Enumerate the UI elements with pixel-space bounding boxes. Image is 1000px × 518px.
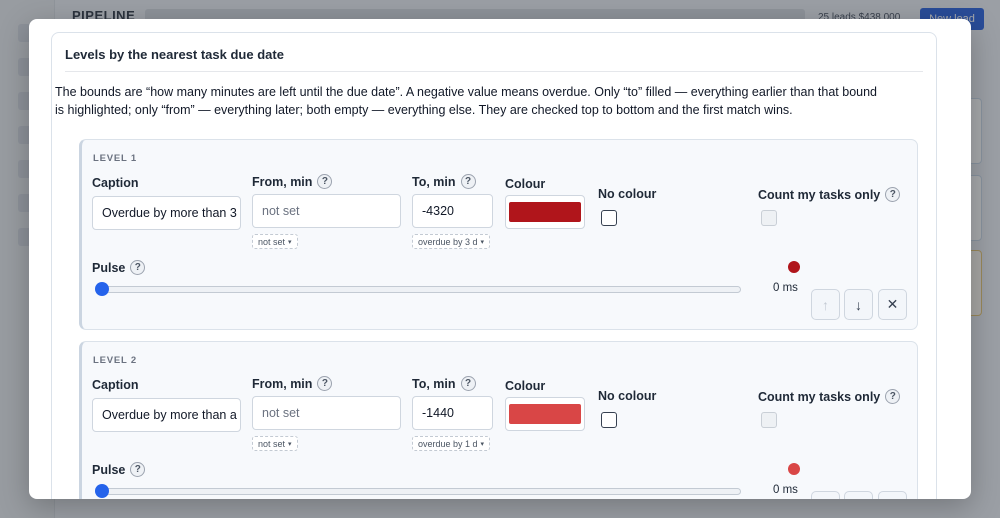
help-icon[interactable]: ?	[130, 462, 146, 477]
pulse-label: Pulse?	[92, 260, 146, 275]
to-label: To, min?	[412, 376, 476, 391]
chevron-down-icon: ▾	[480, 238, 485, 246]
divider	[65, 71, 923, 72]
colour-swatch	[509, 404, 581, 424]
remove-level-button[interactable]: ✕	[878, 491, 907, 499]
chevron-down-icon: ▾	[288, 238, 292, 246]
caption-label-text: Caption	[92, 176, 139, 190]
move-down-button[interactable]: ↓	[844, 289, 873, 320]
count-my-tasks-label-text: Count my tasks only	[758, 187, 881, 202]
from-input[interactable]: not set	[252, 194, 401, 228]
level-card-1: LEVEL 1 Caption From, min? To, min? Colo…	[79, 139, 918, 330]
move-up-button[interactable]: ↑	[811, 491, 840, 499]
pulse-label-text: Pulse	[92, 462, 126, 477]
caption-input[interactable]: Overdue by more than 3	[92, 196, 241, 230]
count-my-tasks-checkbox[interactable]	[761, 210, 777, 226]
no-colour-label: No colour	[598, 389, 656, 403]
help-icon[interactable]: ?	[885, 187, 901, 202]
count-my-tasks-label: Count my tasks only?	[758, 389, 901, 404]
chevron-down-icon: ▾	[288, 440, 292, 448]
remove-level-button[interactable]: ✕	[878, 289, 907, 320]
help-icon[interactable]: ?	[460, 376, 476, 391]
move-up-button[interactable]: ↑	[811, 289, 840, 320]
to-preset-dropdown[interactable]: overdue by 3 d ▾	[412, 234, 491, 249]
count-my-tasks-checkbox[interactable]	[761, 412, 777, 428]
pulse-label-text: Pulse	[92, 260, 126, 275]
level-label: LEVEL 1	[93, 153, 137, 164]
caption-label-text: Caption	[92, 378, 139, 392]
from-label: From, min?	[252, 174, 333, 189]
help-icon[interactable]: ?	[317, 376, 333, 391]
count-my-tasks-label-text: Count my tasks only	[758, 389, 881, 404]
to-label: To, min?	[412, 174, 476, 189]
from-preset-text: not set	[258, 438, 286, 449]
pulse-label: Pulse?	[92, 462, 146, 477]
pulse-preview-dot	[788, 261, 800, 273]
help-icon[interactable]: ?	[885, 389, 901, 404]
to-label-text: To, min	[412, 376, 456, 391]
from-preset-dropdown[interactable]: not set ▾	[252, 436, 298, 451]
levels-modal: Levels by the nearest task due date The …	[29, 19, 971, 499]
pulse-preview-dot	[788, 463, 800, 475]
no-colour-checkbox[interactable]	[601, 210, 617, 226]
from-label-text: From, min	[252, 376, 313, 391]
no-colour-checkbox[interactable]	[601, 412, 617, 428]
from-label: From, min?	[252, 376, 333, 391]
no-colour-label-text: No colour	[598, 389, 657, 403]
from-preset-dropdown[interactable]: not set ▾	[252, 234, 298, 249]
to-label-text: To, min	[412, 174, 456, 189]
help-icon[interactable]: ?	[130, 260, 146, 275]
colour-label-text: Colour	[505, 177, 546, 191]
from-label-text: From, min	[252, 174, 313, 189]
pulse-slider[interactable]	[96, 488, 741, 495]
caption-input[interactable]: Overdue by more than a	[92, 398, 241, 432]
move-down-button[interactable]: ↓	[844, 491, 873, 499]
from-input[interactable]: not set	[252, 396, 401, 430]
colour-picker[interactable]	[505, 397, 585, 431]
colour-swatch	[509, 202, 581, 222]
pulse-slider-thumb[interactable]	[95, 282, 109, 296]
to-preset-text: overdue by 1 d	[418, 438, 478, 449]
pulse-ms-value: 0 ms	[773, 484, 798, 496]
level-label: LEVEL 2	[93, 355, 137, 366]
to-input[interactable]: -1440	[412, 396, 493, 430]
caption-label: Caption	[92, 176, 139, 190]
count-my-tasks-label: Count my tasks only?	[758, 187, 901, 202]
section-title: Levels by the nearest task due date	[65, 47, 284, 62]
colour-picker[interactable]	[505, 195, 585, 229]
to-preset-text: overdue by 3 d	[418, 236, 478, 247]
help-icon[interactable]: ?	[317, 174, 333, 189]
to-preset-dropdown[interactable]: overdue by 1 d ▾	[412, 436, 491, 451]
colour-label-text: Colour	[505, 379, 546, 393]
colour-label: Colour	[505, 379, 545, 393]
pulse-slider[interactable]	[96, 286, 741, 293]
caption-label: Caption	[92, 378, 139, 392]
no-colour-label: No colour	[598, 187, 656, 201]
colour-label: Colour	[505, 177, 545, 191]
help-icon[interactable]: ?	[460, 174, 476, 189]
level-card-2: LEVEL 2 Caption From, min? To, min? Colo…	[79, 341, 918, 499]
no-colour-label-text: No colour	[598, 187, 657, 201]
pulse-ms-value: 0 ms	[773, 282, 798, 294]
pulse-slider-thumb[interactable]	[95, 484, 109, 498]
from-preset-text: not set	[258, 236, 286, 247]
to-input[interactable]: -4320	[412, 194, 493, 228]
levels-description: The bounds are “how many minutes are lef…	[55, 85, 878, 117]
chevron-down-icon: ▾	[480, 440, 485, 448]
